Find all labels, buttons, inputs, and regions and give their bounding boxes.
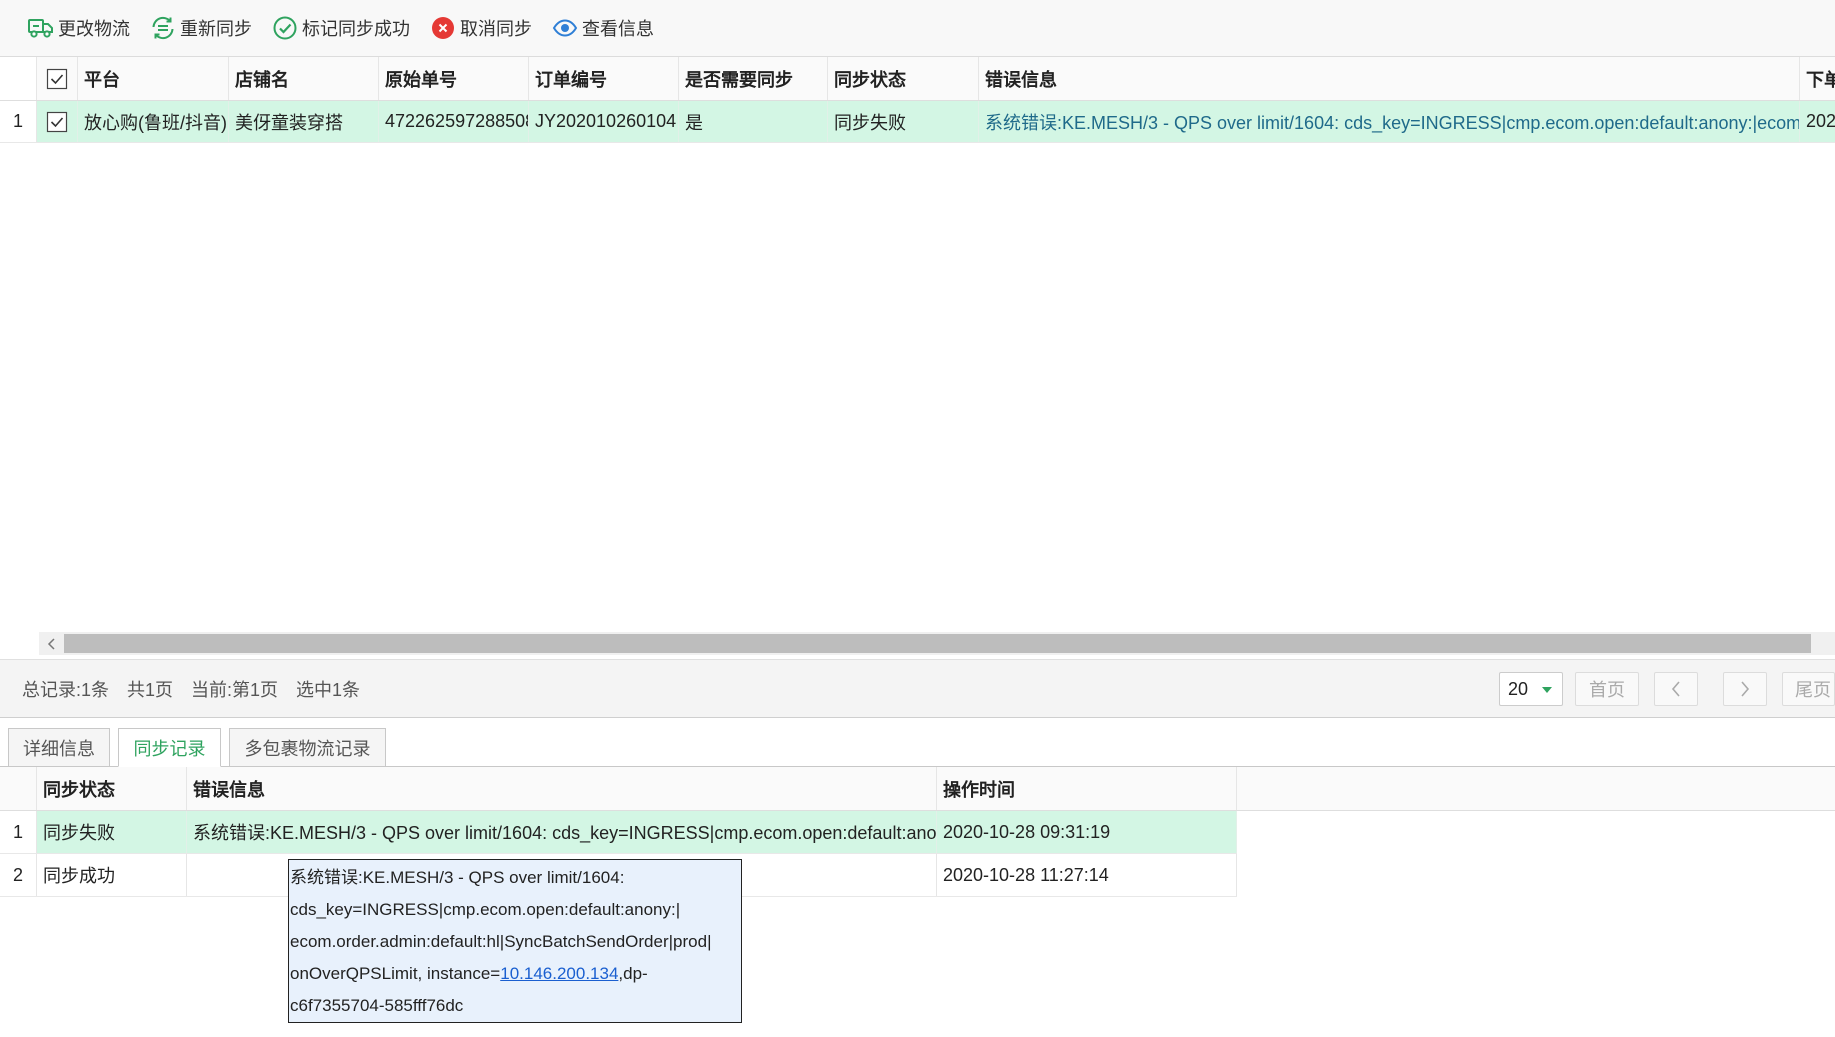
- row-checkbox[interactable]: [37, 101, 78, 142]
- select-all-checkbox[interactable]: [37, 57, 78, 100]
- sync-records-header: 同步状态 错误信息 操作时间: [0, 767, 1835, 811]
- truck-icon: [28, 15, 54, 41]
- cell-error: 系统错误:KE.MESH/3 - QPS over limit/1604: cd…: [187, 811, 937, 853]
- column-header-order-time[interactable]: 下单: [1800, 57, 1835, 100]
- mark-sync-success-label: 标记同步成功: [302, 19, 410, 39]
- pager: 总记录:1条 共1页 当前:第1页 选中1条 20 首页 尾页: [0, 659, 1835, 718]
- scroll-left-icon[interactable]: [39, 632, 64, 655]
- column-header-error[interactable]: 错误信息: [187, 767, 937, 810]
- row-number: 1: [0, 811, 37, 853]
- column-header-shop[interactable]: 店铺名: [229, 57, 379, 100]
- tooltip-line-text: onOverQPSLimit, instance=: [290, 964, 501, 983]
- eye-icon: [552, 15, 578, 41]
- row-number-header: [0, 57, 37, 100]
- scrollbar-thumb[interactable]: [64, 634, 1811, 653]
- error-tooltip: 系统错误:KE.MESH/3 - QPS over limit/1604: cd…: [288, 859, 742, 1023]
- cell-platform: 放心购(鲁班/抖音): [78, 101, 229, 142]
- cell-sync-status: 同步失败: [37, 811, 187, 853]
- tooltip-line: 系统错误:KE.MESH/3 - QPS over limit/1604:: [290, 868, 625, 887]
- resync-button[interactable]: 重新同步: [150, 15, 252, 41]
- column-header-sync-status[interactable]: 同步状态: [37, 767, 187, 810]
- cell-order-time: 202: [1800, 101, 1835, 142]
- column-header-original-no[interactable]: 原始单号: [379, 57, 529, 100]
- detail-tabs: 详细信息 同步记录 多包裹物流记录: [0, 718, 1835, 767]
- view-info-button[interactable]: 查看信息: [552, 15, 654, 41]
- cell-operation-time: 2020-10-28 09:31:19: [937, 811, 1237, 853]
- instance-ip-link[interactable]: 10.146.200.134: [500, 964, 618, 983]
- toolbar: 更改物流 重新同步 标记同步成功 取消同步 查看信息: [0, 0, 1835, 57]
- column-header-platform[interactable]: 平台: [78, 57, 229, 100]
- sync-records-grid: 同步状态 错误信息 操作时间 1 同步失败 系统错误:KE.MESH/3 - Q…: [0, 767, 1835, 1037]
- page-size-select[interactable]: 20: [1499, 672, 1563, 706]
- pager-info: 总记录:1条 共1页 当前:第1页 选中1条: [22, 660, 378, 717]
- cell-original-no: 472262597288508: [379, 101, 529, 142]
- chevron-left-icon: [1671, 681, 1680, 697]
- table-row[interactable]: 1 同步失败 系统错误:KE.MESH/3 - QPS over limit/1…: [0, 811, 1237, 854]
- first-page-button[interactable]: 首页: [1575, 672, 1639, 706]
- current-page: 当前:第1页: [191, 679, 279, 700]
- column-header-operation-time[interactable]: 操作时间: [937, 767, 1237, 810]
- order-grid-header: 平台 店铺名 原始单号 订单编号 是否需要同步 同步状态 错误信息 下单: [0, 57, 1835, 101]
- row-number: 2: [0, 854, 37, 896]
- total-records: 总记录:1条: [22, 679, 110, 700]
- cell-need-sync: 是: [679, 101, 828, 142]
- column-header-error[interactable]: 错误信息: [979, 57, 1800, 100]
- change-logistics-label: 更改物流: [58, 19, 130, 39]
- mark-sync-success-button[interactable]: 标记同步成功: [272, 15, 410, 41]
- change-logistics-button[interactable]: 更改物流: [28, 15, 130, 41]
- prev-page-button[interactable]: [1654, 672, 1698, 706]
- resync-label: 重新同步: [180, 19, 252, 39]
- order-grid: 平台 店铺名 原始单号 订单编号 是否需要同步 同步状态 错误信息 下单 1 放…: [0, 57, 1835, 632]
- horizontal-scrollbar[interactable]: [39, 632, 1835, 655]
- cancel-sync-button[interactable]: 取消同步: [430, 15, 532, 41]
- last-page-button[interactable]: 尾页: [1782, 672, 1835, 706]
- cell-operation-time: 2020-10-28 11:27:14: [937, 854, 1237, 896]
- cell-error: 系统错误:KE.MESH/3 - QPS over limit/1604: cd…: [979, 101, 1800, 142]
- tooltip-line: c6f7355704-585fff76dc: [290, 996, 464, 1015]
- cell-sync-status: 同步失败: [828, 101, 979, 142]
- cell-sync-status: 同步成功: [37, 854, 187, 896]
- total-pages: 共1页: [127, 679, 174, 700]
- column-header-need-sync[interactable]: 是否需要同步: [679, 57, 828, 100]
- resync-icon: [150, 15, 176, 41]
- column-header-order-no[interactable]: 订单编号: [529, 57, 679, 100]
- tab-details[interactable]: 详细信息: [8, 728, 110, 767]
- table-row[interactable]: 1 放心购(鲁班/抖音) 美伢童装穿搭 472262597288508 JY20…: [0, 101, 1835, 143]
- tooltip-line: cds_key=INGRESS|cmp.ecom.open:default:an…: [290, 900, 681, 919]
- cancel-sync-label: 取消同步: [460, 19, 532, 39]
- cell-shop: 美伢童装穿搭: [229, 101, 379, 142]
- cancel-icon: [430, 15, 456, 41]
- check-circle-icon: [272, 15, 298, 41]
- selected-count: 选中1条: [296, 679, 361, 700]
- tab-multi-package-logistics[interactable]: 多包裹物流记录: [229, 728, 386, 767]
- tab-sync-records[interactable]: 同步记录: [118, 728, 221, 767]
- caret-down-icon: [1542, 687, 1552, 693]
- header-filler: [1237, 767, 1835, 810]
- page-size-value: 20: [1508, 678, 1529, 699]
- tooltip-line: ecom.order.admin:default:hl|SyncBatchSen…: [290, 932, 712, 951]
- row-number-header: [0, 767, 37, 810]
- column-header-sync-status[interactable]: 同步状态: [828, 57, 979, 100]
- chevron-right-icon: [1741, 681, 1750, 697]
- tooltip-line: onOverQPSLimit, instance=10.146.200.134,…: [290, 958, 740, 990]
- row-number: 1: [0, 101, 37, 142]
- cell-order-no: JY202010260104: [529, 101, 679, 142]
- tooltip-link-suffix: ,dp-: [618, 964, 648, 983]
- next-page-button[interactable]: [1723, 672, 1767, 706]
- view-info-label: 查看信息: [582, 19, 654, 39]
